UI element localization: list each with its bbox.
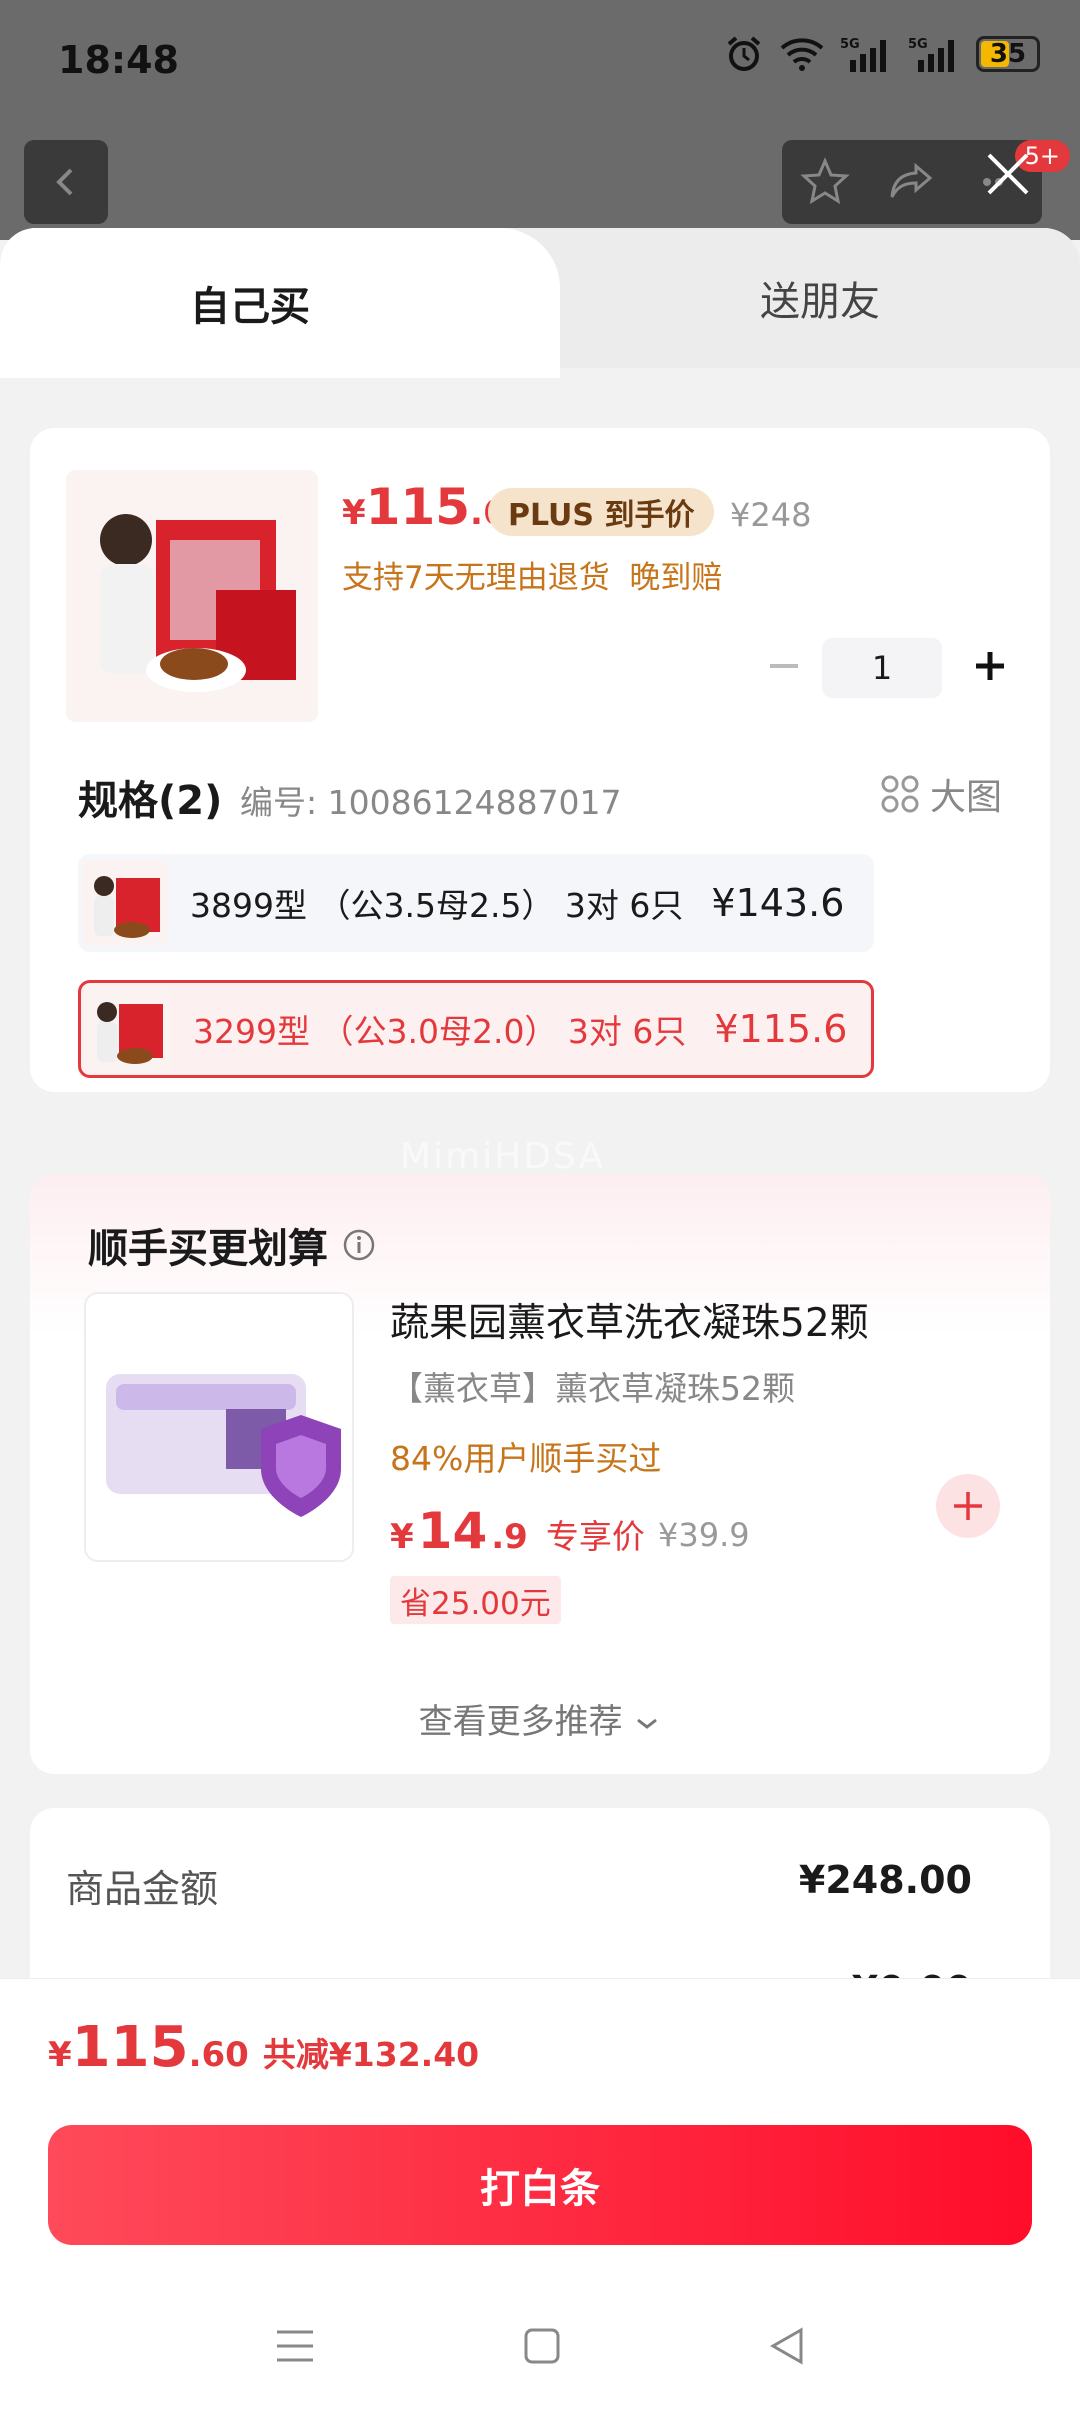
signal-5g-icon: 5G bbox=[840, 37, 886, 72]
battery-level: 35 bbox=[989, 39, 1027, 69]
recommend-item-buyers: 84%用户顺手买过 bbox=[390, 1439, 662, 1478]
spec-option-image bbox=[85, 986, 171, 1072]
quantity-decrease-button[interactable] bbox=[756, 638, 812, 694]
product-image[interactable] bbox=[66, 470, 318, 722]
tab-self[interactable]: 自己买 bbox=[0, 228, 560, 378]
chevron-down-icon bbox=[637, 1718, 658, 1729]
system-navigation bbox=[0, 2279, 1080, 2412]
big-picture-label: 大图 bbox=[929, 777, 1002, 818]
spec-option-selected[interactable]: 3299型 （公3.0母2.0） 3对 6只 ¥115.6 bbox=[78, 980, 874, 1078]
tab-bar: 送朋友 自己买 bbox=[0, 228, 1080, 378]
spec-option-price: ¥115.6 bbox=[714, 1007, 848, 1051]
quantity-increase-button[interactable] bbox=[962, 638, 1018, 694]
wifi-icon bbox=[780, 38, 824, 71]
signal-5g-icon: 5G bbox=[908, 37, 954, 72]
back-button[interactable] bbox=[24, 140, 108, 224]
alarm-icon bbox=[727, 36, 761, 71]
info-icon[interactable] bbox=[342, 1228, 376, 1262]
recommend-item-original-price: ¥39.9 bbox=[658, 1516, 750, 1554]
svg-text:5G: 5G bbox=[908, 37, 928, 52]
original-price: ¥248 bbox=[730, 496, 812, 534]
recommend-item-variant: 【薰衣草】薰衣草凝珠52颗 bbox=[390, 1369, 795, 1408]
minus-icon bbox=[770, 664, 798, 668]
spec-option-price: ¥143.6 bbox=[711, 881, 845, 925]
summary-value: ¥248.00 bbox=[798, 1858, 972, 1902]
star-icon[interactable] bbox=[799, 156, 851, 208]
product-price: ¥115.6 bbox=[342, 478, 507, 536]
recommend-title: 顺手买更划算 bbox=[88, 1216, 376, 1274]
share-icon[interactable] bbox=[886, 156, 938, 208]
plus-icon bbox=[954, 1492, 982, 1520]
status-time: 18:48 bbox=[58, 38, 179, 82]
product-card: ¥115.6 PLUS 到手价 ¥248 支持7天无理由退货 晚到赔 1 规格(… bbox=[30, 428, 1050, 1092]
summary-row: 商品金额 ¥248.00 bbox=[66, 1858, 972, 1913]
checkout-bar: ¥115.60 共减¥132.40 打白条 bbox=[0, 1978, 1080, 2412]
spec-title: 规格(2) bbox=[78, 778, 223, 824]
battery-icon: 35 bbox=[976, 36, 1040, 72]
service-guarantee: 支持7天无理由退货 晚到赔 bbox=[342, 560, 723, 596]
pay-button[interactable]: 打白条 bbox=[48, 2125, 1032, 2245]
recommend-item-image[interactable] bbox=[84, 1292, 354, 1562]
status-bar: 18:48 5G 5G 35 bbox=[0, 0, 1080, 120]
spec-option-label: 3299型 （公3.0母2.0） 3对 6只 bbox=[193, 1012, 687, 1051]
home-icon[interactable] bbox=[522, 2326, 562, 2366]
spec-option-image bbox=[82, 860, 168, 946]
chevron-left-icon bbox=[56, 168, 73, 196]
menu-icon[interactable] bbox=[273, 2326, 317, 2366]
big-picture-button[interactable]: 大图 bbox=[880, 768, 1002, 820]
tab-self-label: 自己买 bbox=[190, 284, 310, 330]
more-recommendations-link[interactable]: 查看更多推荐 bbox=[30, 1694, 1050, 1743]
grid-icon bbox=[881, 775, 919, 813]
recommend-card: 顺手买更划算 蔬果园薰衣草洗衣凝珠52颗 【薰衣草】薰衣草凝珠52颗 84%用户… bbox=[30, 1174, 1050, 1774]
summary-label: 商品金额 bbox=[66, 1867, 219, 1911]
savings-badge: 省25.00元 bbox=[390, 1576, 561, 1624]
plus-price-tag: PLUS 到手价 bbox=[488, 488, 715, 536]
total-price: ¥115.60 共减¥132.40 bbox=[48, 2015, 480, 2080]
status-icons: 5G 5G 35 bbox=[724, 34, 1040, 74]
product-code: 编号: 10086124887017 bbox=[240, 783, 622, 822]
recommend-item-price: ¥14.9 专享价 bbox=[390, 1502, 645, 1560]
watermark: MimiHDSA bbox=[400, 1136, 606, 1177]
total-discount: 共减¥132.40 bbox=[262, 2035, 480, 2074]
quantity-input[interactable]: 1 bbox=[822, 638, 942, 698]
tab-gift[interactable]: 送朋友 bbox=[560, 228, 1080, 368]
spec-option-label: 3899型 （公3.5母2.5） 3对 6只 bbox=[190, 886, 684, 925]
plus-icon bbox=[976, 652, 1004, 680]
recommend-item-name[interactable]: 蔬果园薰衣草洗衣凝珠52颗 bbox=[390, 1292, 869, 1348]
add-recommend-button[interactable] bbox=[936, 1474, 1000, 1538]
spec-option[interactable]: 3899型 （公3.5母2.5） 3对 6只 ¥143.6 bbox=[78, 854, 874, 952]
close-button[interactable] bbox=[976, 142, 1040, 206]
exclusive-price-label: 专享价 bbox=[545, 1517, 645, 1556]
close-icon bbox=[987, 153, 1029, 195]
back-nav-icon[interactable] bbox=[767, 2326, 807, 2366]
svg-text:5G: 5G bbox=[840, 37, 860, 52]
